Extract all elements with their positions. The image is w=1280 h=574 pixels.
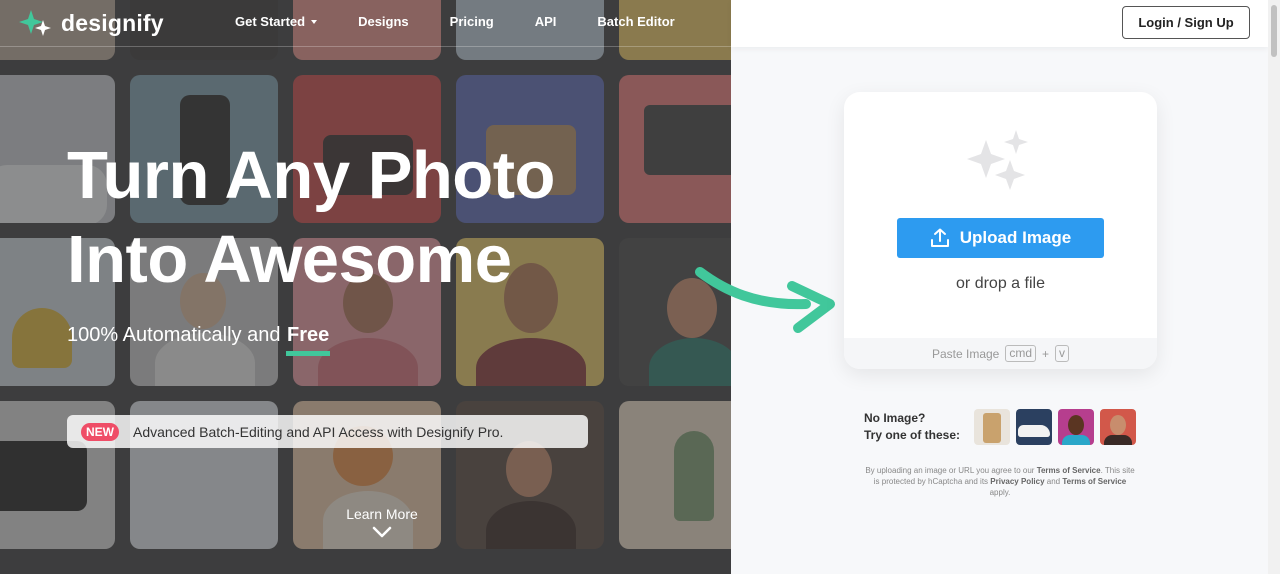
subtitle-prefix: 100% Automatically and [67,324,287,346]
paste-hint: Paste Image cmd + v [844,338,1157,369]
sample-thumbnail-car[interactable] [1016,409,1052,445]
legal-text-4: apply. [989,488,1011,497]
upload-image-button[interactable]: Upload Image [897,218,1104,258]
upload-icon [930,228,949,247]
pointer-arrow-icon [695,267,835,333]
legal-text-3: and [1044,477,1063,486]
promo-text: Advanced Batch-Editing and API Access wi… [133,423,504,440]
promo-banner[interactable]: NEW Advanced Batch-Editing and API Acces… [67,415,588,448]
page-scrollbar[interactable] [1268,0,1280,574]
nav-batch-editor[interactable]: Batch Editor [597,14,674,29]
sample-images: No Image? Try one of these: [864,409,1136,445]
kbd-plus: + [1042,346,1050,361]
sample-thumbnails [974,409,1136,445]
logo-sparkle-icon [19,10,51,36]
drop-file-text: or drop a file [956,275,1045,292]
login-signup-button[interactable]: Login / Sign Up [1122,6,1250,39]
legal-text-1: By uploading an image or URL you agree t… [865,466,1037,475]
kbd-v: v [1055,345,1070,362]
privacy-link[interactable]: Privacy Policy [990,477,1044,486]
paste-label: Paste Image [931,346,1000,361]
upload-button-label: Upload Image [959,228,1072,247]
upload-card[interactable]: Upload Image or drop a file Paste Image … [844,92,1157,369]
learn-more-link[interactable]: Learn More [322,506,442,538]
chevron-down-icon [372,526,392,538]
kbd-cmd: cmd [1005,345,1037,362]
headline-line1: Turn Any Photo [67,138,555,213]
nav-get-started-label: Get Started [235,14,306,29]
top-navigation: designify Get Started Designs Pricing AP… [0,0,731,47]
hero-section: designify Get Started Designs Pricing AP… [0,0,731,574]
headline-line2: Into Awesome [67,222,512,297]
hero-headline: Turn Any Photo Into Awesome [67,134,687,302]
sample-line2: Try one of these: [864,428,961,442]
subtitle-free: Free [287,324,330,346]
nav-links: Get Started Designs Pricing API Batch Ed… [235,14,716,29]
sample-images-label: No Image? Try one of these: [864,410,974,444]
logo[interactable]: designify [19,8,164,38]
nav-designs[interactable]: Designs [358,14,409,29]
hero-subtitle: 100% Automatically and Free [67,324,330,347]
terms-link-2[interactable]: Terms of Service [1062,477,1126,486]
nav-get-started[interactable]: Get Started [235,14,318,29]
learn-more-label: Learn More [346,506,418,522]
right-topbar: Login / Sign Up [731,0,1268,47]
scrollbar-thumb[interactable] [1271,5,1277,57]
sample-thumbnail-product[interactable] [974,409,1010,445]
sparkle-icon [967,130,1028,190]
sample-thumbnail-woman[interactable] [1100,409,1136,445]
sample-line1: No Image? [864,411,926,425]
logo-text: designify [61,9,164,36]
legal-notice: By uploading an image or URL you agree t… [864,465,1136,498]
nav-api[interactable]: API [535,14,557,29]
terms-link[interactable]: Terms of Service [1037,466,1101,475]
chevron-down-icon [311,19,318,24]
new-badge: NEW [81,422,119,441]
nav-pricing[interactable]: Pricing [450,14,494,29]
sample-thumbnail-man[interactable] [1058,409,1094,445]
